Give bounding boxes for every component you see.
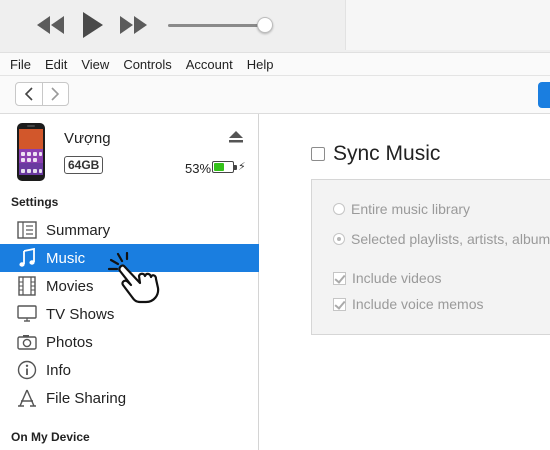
sidebar-item-photos[interactable]: Photos xyxy=(0,328,259,356)
radio-label: Entire music library xyxy=(351,201,471,217)
checkbox-include-videos[interactable]: Include videos xyxy=(333,270,442,286)
iphone-icon xyxy=(17,123,45,181)
music-note-icon xyxy=(15,246,39,270)
play-icon[interactable] xyxy=(80,10,106,40)
forward-button[interactable] xyxy=(41,83,69,105)
sidebar-item-file-sharing[interactable]: File Sharing xyxy=(0,384,259,412)
navigation-bar xyxy=(0,76,550,114)
battery-percentage: 53% xyxy=(185,161,212,176)
volume-slider[interactable] xyxy=(168,24,266,27)
sidebar-item-label: Music xyxy=(46,249,86,267)
chevron-right-icon xyxy=(51,87,60,101)
sidebar-item-label: Info xyxy=(46,361,72,379)
player-bar xyxy=(0,0,550,52)
sidebar-item-label: Summary xyxy=(46,221,111,239)
sidebar-item-label: Movies xyxy=(46,277,94,295)
battery-fill xyxy=(214,163,224,171)
menu-file[interactable]: File xyxy=(10,57,31,72)
sidebar-item-tv-shows[interactable]: TV Shows xyxy=(0,300,259,328)
menu-edit[interactable]: Edit xyxy=(45,57,67,72)
settings-section-title: Settings xyxy=(11,195,59,209)
charging-bolt-icon: ⚡ xyxy=(238,161,246,173)
sidebar-item-label: TV Shows xyxy=(46,305,115,323)
checkbox[interactable] xyxy=(333,271,346,285)
radio-entire-library[interactable]: Entire music library xyxy=(333,201,470,217)
sidebar-item-info[interactable]: Info xyxy=(0,356,259,384)
radio-button[interactable] xyxy=(333,233,345,245)
checkbox[interactable] xyxy=(333,297,346,311)
battery-icon xyxy=(212,161,237,173)
checkbox-label: Include voice memos xyxy=(352,296,484,312)
sidebar-item-label: Photos xyxy=(46,333,93,351)
radio-label: Selected playlists, artists, albums, xyxy=(351,231,550,247)
sidebar-item-summary[interactable]: Summary xyxy=(0,216,259,244)
battery-nub xyxy=(234,165,237,170)
info-icon xyxy=(15,358,39,382)
summary-icon xyxy=(15,218,39,242)
pointer-hand-icon xyxy=(107,252,160,304)
menu-view[interactable]: View xyxy=(81,57,109,72)
camera-icon xyxy=(15,330,39,354)
device-capacity-badge: 64GB xyxy=(64,156,104,174)
sidebar-item-label: File Sharing xyxy=(46,389,127,407)
on-my-device-section-title: On My Device xyxy=(11,430,90,444)
chevron-left-icon xyxy=(24,87,33,101)
device-name: Vượng xyxy=(64,130,111,147)
tv-icon xyxy=(15,302,39,326)
eject-icon[interactable] xyxy=(229,130,243,148)
done-button[interactable] xyxy=(538,82,550,108)
history-buttons xyxy=(15,82,69,106)
menu-controls[interactable]: Controls xyxy=(123,57,171,72)
back-button[interactable] xyxy=(16,83,42,105)
radio-selected-playlists[interactable]: Selected playlists, artists, albums, xyxy=(333,231,550,247)
menu-account[interactable]: Account xyxy=(186,57,233,72)
sync-music-title: Sync Music xyxy=(333,142,441,165)
sync-music-checkbox[interactable] xyxy=(311,147,325,161)
fast-forward-icon[interactable] xyxy=(118,14,148,36)
menu-bar: File Edit View Controls Account Help xyxy=(0,52,550,76)
lcd-panel xyxy=(345,0,550,50)
radio-button[interactable] xyxy=(333,203,345,215)
menu-help[interactable]: Help xyxy=(247,57,274,72)
film-icon xyxy=(15,274,39,298)
rewind-icon[interactable] xyxy=(36,14,66,36)
checkbox-label: Include videos xyxy=(352,270,442,286)
volume-knob[interactable] xyxy=(257,17,273,33)
checkbox-include-voice-memos[interactable]: Include voice memos xyxy=(333,296,484,312)
apps-icon xyxy=(15,386,39,410)
